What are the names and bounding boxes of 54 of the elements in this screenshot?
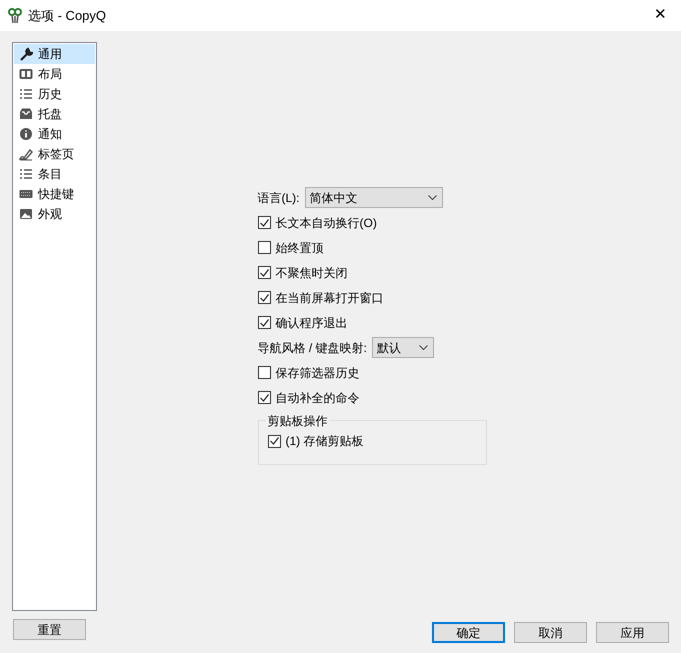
checkbox[interactable] (258, 266, 270, 279)
sidebar-item[interactable]: 条目 (14, 164, 95, 184)
sidebar-item[interactable]: 外观 (14, 204, 95, 224)
checkbox[interactable] (268, 434, 280, 448)
image-icon (19, 207, 33, 221)
dialog-button[interactable]: 取消 (514, 622, 587, 643)
checkmark-icon (260, 318, 268, 326)
checkbox-label: 自动补全的命令 (276, 390, 360, 406)
sidebar-item[interactable]: 通用 (14, 44, 95, 64)
checkbox[interactable] (258, 241, 270, 254)
checkbox[interactable] (258, 366, 270, 379)
chevron-down-icon (418, 344, 428, 350)
chevron-down-icon (428, 194, 436, 200)
checkbox-label: (1) 存储剪贴板 (286, 433, 364, 450)
reset-button[interactable]: 重置 (13, 619, 86, 640)
checkbox[interactable] (258, 291, 270, 304)
close-button[interactable]: ✕ (650, 4, 671, 27)
sidebar-item[interactable]: 标签页 (14, 144, 95, 164)
checkbox[interactable] (258, 316, 270, 329)
sidebar-item[interactable]: 快捷键 (14, 184, 95, 204)
keyboard-icon (19, 187, 33, 201)
group-title: 剪贴板操作 (266, 412, 330, 430)
checkbox-label: 保存筛选器历史 (276, 364, 360, 382)
sidebar-item[interactable]: 托盘 (14, 104, 95, 124)
wrench-icon (19, 47, 33, 61)
sidebar-item[interactable]: 布局 (14, 64, 95, 84)
list-icon (19, 167, 33, 181)
checkmark-icon (260, 394, 268, 402)
checkbox-label: 确认程序退出 (276, 314, 348, 332)
sidebar-item[interactable]: 通知 (14, 124, 95, 144)
list-icon (19, 87, 33, 101)
checkmark-icon (260, 218, 268, 226)
checkmark-icon (260, 294, 268, 302)
sidebar-item[interactable]: 历史 (14, 84, 95, 104)
tray-icon (19, 107, 33, 121)
checkbox[interactable] (258, 391, 270, 404)
checkbox-label: 不聚焦时关闭 (276, 264, 348, 282)
window-title: 选项 - CopyQ (28, 6, 106, 25)
dialog-button[interactable]: 确定 (432, 622, 505, 643)
field-label: 导航风格 / 键盘映射: (258, 340, 367, 356)
dialog-button[interactable]: 应用 (596, 622, 669, 643)
checkmark-icon (260, 268, 268, 276)
info-icon (19, 127, 33, 141)
columns-icon (19, 67, 33, 81)
dropdown[interactable]: 简体中文 (304, 187, 442, 208)
field-label: 语言(L): (258, 190, 300, 206)
pen-icon (19, 147, 33, 161)
checkbox-label: 长文本自动换行(O) (276, 214, 377, 232)
checkbox[interactable] (258, 216, 270, 229)
checkbox-label: 在当前屏幕打开窗口 (276, 290, 384, 306)
dropdown[interactable]: 默认 (372, 337, 434, 358)
checkmark-icon (270, 437, 278, 445)
checkbox-label: 始终置顶 (276, 240, 324, 256)
app-icon (8, 8, 22, 24)
